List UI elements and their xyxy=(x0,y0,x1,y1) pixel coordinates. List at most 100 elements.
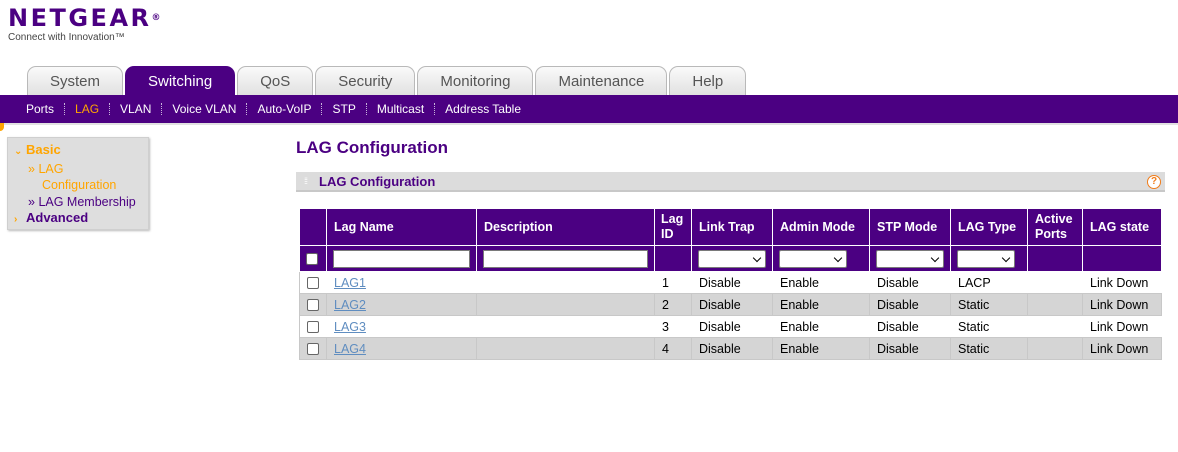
filter-name-cell xyxy=(326,245,477,272)
header-admin-mode: Admin Mode xyxy=(772,208,870,246)
subnav-multicast[interactable]: Multicast xyxy=(367,103,436,115)
filter-state-cell xyxy=(1082,245,1162,272)
stp-mode-cell: Disable xyxy=(869,337,951,360)
header-lag-name: Lag Name xyxy=(326,208,477,246)
subnav-lag[interactable]: LAG xyxy=(65,103,111,115)
lag-table: Lag Name Description Lag ID Link Trap Adm… xyxy=(299,208,1162,360)
stp-mode-cell: Disable xyxy=(869,271,951,294)
side-item-basic[interactable]: ⌄ Basic xyxy=(14,142,148,161)
page-title: LAG Configuration xyxy=(296,138,449,157)
lag-type-cell: LACP xyxy=(950,271,1028,294)
filter-id-cell xyxy=(654,245,692,272)
section-header: ⁞⁞ LAG Configuration ? xyxy=(296,172,1165,192)
header-active-ports: Active Ports xyxy=(1027,208,1083,246)
logo-wordmark: NETGEAR® xyxy=(8,4,161,32)
tab-security[interactable]: Security xyxy=(315,66,416,96)
header-stp-mode: STP Mode xyxy=(869,208,951,246)
lag-id-cell: 2 xyxy=(654,293,692,316)
description-cell xyxy=(476,293,655,316)
corner-accent xyxy=(0,123,4,131)
subnav-auto-voip[interactable]: Auto-VoIP xyxy=(247,103,323,115)
row-checkbox[interactable] xyxy=(307,343,319,356)
table-header-row: Lag Name Description Lag ID Link Trap Adm… xyxy=(299,208,1162,246)
lag-id-cell: 1 xyxy=(654,271,692,294)
sub-navigation: Ports LAG VLAN Voice VLAN Auto-VoIP STP … xyxy=(0,95,1178,123)
side-item-lag-membership[interactable]: » LAG Membership xyxy=(14,194,148,211)
side-item-lag-configuration[interactable]: » LAG Configuration xyxy=(14,161,148,194)
filter-admin-mode-cell xyxy=(772,245,870,272)
lag-id-cell: 3 xyxy=(654,315,692,338)
main-tabs: System Switching QoS Security Monitoring… xyxy=(27,66,748,96)
lag-state-cell: Link Down xyxy=(1082,293,1162,316)
link-trap-cell: Disable xyxy=(691,271,773,294)
lag-name-link[interactable]: LAG1 xyxy=(334,276,366,290)
description-cell xyxy=(476,315,655,338)
lag-name-cell: LAG4 xyxy=(326,337,477,360)
subnav-voice-vlan[interactable]: Voice VLAN xyxy=(162,103,248,115)
lag-name-link[interactable]: LAG3 xyxy=(334,320,366,334)
description-input[interactable] xyxy=(483,249,648,268)
tab-qos[interactable]: QoS xyxy=(237,66,314,96)
active-ports-cell xyxy=(1027,337,1083,360)
header-select xyxy=(299,208,327,246)
row-select-cell xyxy=(299,337,327,360)
active-ports-cell xyxy=(1027,271,1083,294)
header-link-trap: Link Trap xyxy=(691,208,773,246)
row-checkbox[interactable] xyxy=(307,321,319,334)
admin-mode-select[interactable] xyxy=(779,249,847,268)
active-ports-cell xyxy=(1027,293,1083,316)
lag-id-cell: 4 xyxy=(654,337,692,360)
admin-mode-cell: Enable xyxy=(772,337,870,360)
row-checkbox[interactable] xyxy=(307,299,319,312)
admin-mode-cell: Enable xyxy=(772,315,870,338)
table-row: LAG1 1 Disable Enable Disable LACP Link … xyxy=(299,271,1162,294)
tab-monitoring[interactable]: Monitoring xyxy=(417,66,534,96)
filter-lag-type-cell xyxy=(950,245,1028,272)
active-ports-cell xyxy=(1027,315,1083,338)
help-icon[interactable]: ? xyxy=(1147,175,1161,189)
lag-type-cell: Static xyxy=(950,315,1028,338)
filter-select-cell xyxy=(299,245,327,272)
tab-switching[interactable]: Switching xyxy=(125,66,236,96)
row-checkbox[interactable] xyxy=(307,277,319,290)
drag-grip-icon: ⁞⁞ xyxy=(304,176,308,186)
link-trap-cell: Disable xyxy=(691,337,773,360)
collapsed-arrow-icon: › xyxy=(14,214,18,225)
section-title: LAG Configuration xyxy=(319,174,436,189)
filter-link-trap-cell xyxy=(691,245,773,272)
filter-active-ports-cell xyxy=(1027,245,1083,272)
subnav-ports[interactable]: Ports xyxy=(26,103,66,115)
lag-type-cell: Static xyxy=(950,337,1028,360)
side-menu: ⌄ Basic » LAG Configuration » LAG Members… xyxy=(7,137,149,230)
link-trap-cell: Disable xyxy=(691,293,773,316)
lag-name-link[interactable]: LAG2 xyxy=(334,298,366,312)
side-item-advanced[interactable]: › Advanced xyxy=(14,210,148,229)
filter-row xyxy=(299,245,1162,272)
subnav-vlan[interactable]: VLAN xyxy=(110,103,163,115)
header-lag-state: LAG state xyxy=(1082,208,1162,246)
admin-mode-cell: Enable xyxy=(772,293,870,316)
link-trap-select[interactable] xyxy=(698,249,766,268)
select-all-checkbox[interactable] xyxy=(306,253,318,266)
registered-mark: ® xyxy=(151,13,161,23)
description-cell xyxy=(476,337,655,360)
netgear-logo: NETGEAR® Connect with Innovation™ xyxy=(8,4,161,44)
tab-system[interactable]: System xyxy=(27,66,124,96)
lag-type-select[interactable] xyxy=(957,249,1015,268)
stp-mode-select[interactable] xyxy=(876,249,944,268)
tab-maintenance[interactable]: Maintenance xyxy=(535,66,668,96)
bullet-arrow-icon: » xyxy=(28,194,35,209)
tab-help[interactable]: Help xyxy=(669,66,747,96)
lag-name-cell: LAG1 xyxy=(326,271,477,294)
lag-state-cell: Link Down xyxy=(1082,271,1162,294)
stp-mode-cell: Disable xyxy=(869,315,951,338)
subnav-address-table[interactable]: Address Table xyxy=(435,103,531,115)
bullet-arrow-icon: » xyxy=(28,161,35,176)
lag-name-link[interactable]: LAG4 xyxy=(334,342,366,356)
lag-name-input[interactable] xyxy=(333,249,470,268)
lag-name-cell: LAG3 xyxy=(326,315,477,338)
expanded-arrow-icon: ⌄ xyxy=(14,146,23,157)
description-cell xyxy=(476,271,655,294)
subnav-stp[interactable]: STP xyxy=(322,103,367,115)
table-row: LAG3 3 Disable Enable Disable Static Lin… xyxy=(299,315,1162,338)
